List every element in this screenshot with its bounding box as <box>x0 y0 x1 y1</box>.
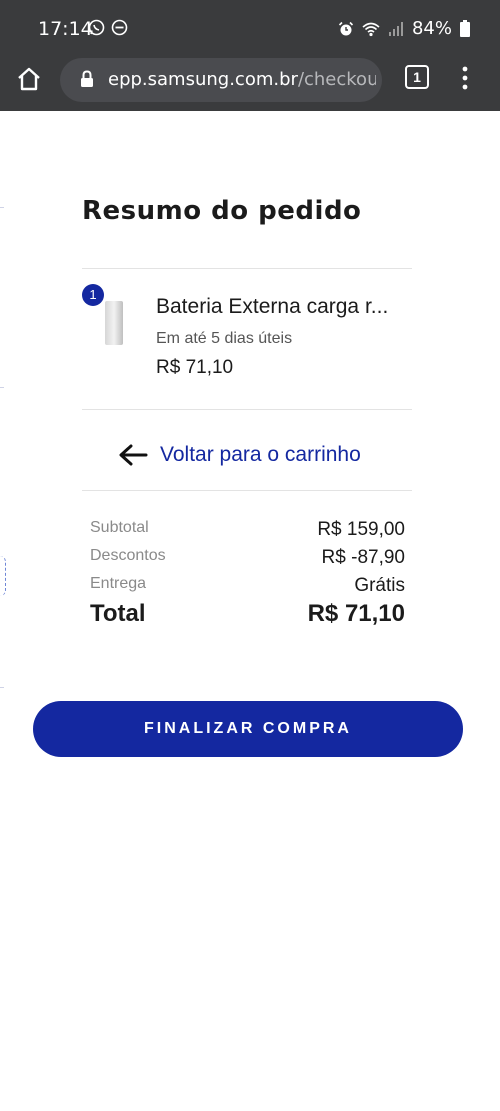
address-bar[interactable]: epp.samsung.com.br/checkout/# <box>60 58 382 102</box>
arrow-left-icon <box>119 444 148 466</box>
product-price: R$ 71,10 <box>156 357 234 378</box>
wifi-icon <box>362 22 380 36</box>
status-right-icons: 84% <box>338 18 470 39</box>
tab-switcher-button[interactable]: 1 <box>405 65 429 89</box>
total-label: Total <box>90 600 146 627</box>
discount-value: R$ -87,90 <box>321 547 405 568</box>
discount-label: Descontos <box>90 547 166 564</box>
battery-percent: 84% <box>411 18 452 39</box>
back-to-cart-link[interactable]: Voltar para o carrinho <box>118 440 361 470</box>
checkout-button[interactable]: FINALIZAR COMPRA <box>33 701 463 757</box>
subtotal-label: Subtotal <box>90 519 149 536</box>
edge-line <box>0 687 4 688</box>
lock-icon <box>81 70 93 87</box>
subtotal-value: R$ 159,00 <box>317 519 405 540</box>
discount-row: Descontos R$ -87,90 <box>90 547 405 569</box>
whatsapp-icon <box>88 19 105 36</box>
delivery-estimate: Em até 5 dias úteis <box>156 330 293 347</box>
url-text: epp.samsung.com.br/checkout/# <box>108 69 376 90</box>
url-path: /checkout/# <box>297 69 376 90</box>
edge-line <box>0 207 4 208</box>
total-value: R$ 71,10 <box>307 600 405 627</box>
edge-dashed-box <box>0 556 6 596</box>
battery-icon <box>460 20 470 37</box>
dnd-icon <box>111 19 128 36</box>
signal-icon <box>388 21 403 36</box>
shipping-row: Entrega Grátis <box>90 575 405 597</box>
status-time: 17:14 <box>38 18 93 40</box>
shipping-label: Entrega <box>90 575 147 592</box>
divider <box>82 490 412 491</box>
back-to-cart-label: Voltar para o carrinho <box>160 443 361 466</box>
url-host: epp.samsung.com.br <box>108 69 298 90</box>
quantity-badge: 1 <box>82 284 104 306</box>
home-icon[interactable] <box>15 65 43 93</box>
product-name[interactable]: Bateria Externa carga r... <box>156 295 412 319</box>
alarm-icon <box>338 21 354 35</box>
total-row: Total R$ 71,10 <box>90 600 405 628</box>
status-bar: 17:14 84% <box>0 0 500 58</box>
divider <box>82 268 412 269</box>
divider <box>82 409 412 410</box>
shipping-value: Grátis <box>354 575 405 596</box>
browser-toolbar: epp.samsung.com.br/checkout/# 1 <box>0 58 500 111</box>
subtotal-row: Subtotal R$ 159,00 <box>90 519 405 541</box>
product-thumbnail[interactable] <box>102 300 126 346</box>
status-left-icons <box>88 19 128 36</box>
edge-line <box>0 387 4 388</box>
more-menu-icon[interactable] <box>458 64 472 92</box>
summary-title: Resumo do pedido <box>82 196 362 226</box>
